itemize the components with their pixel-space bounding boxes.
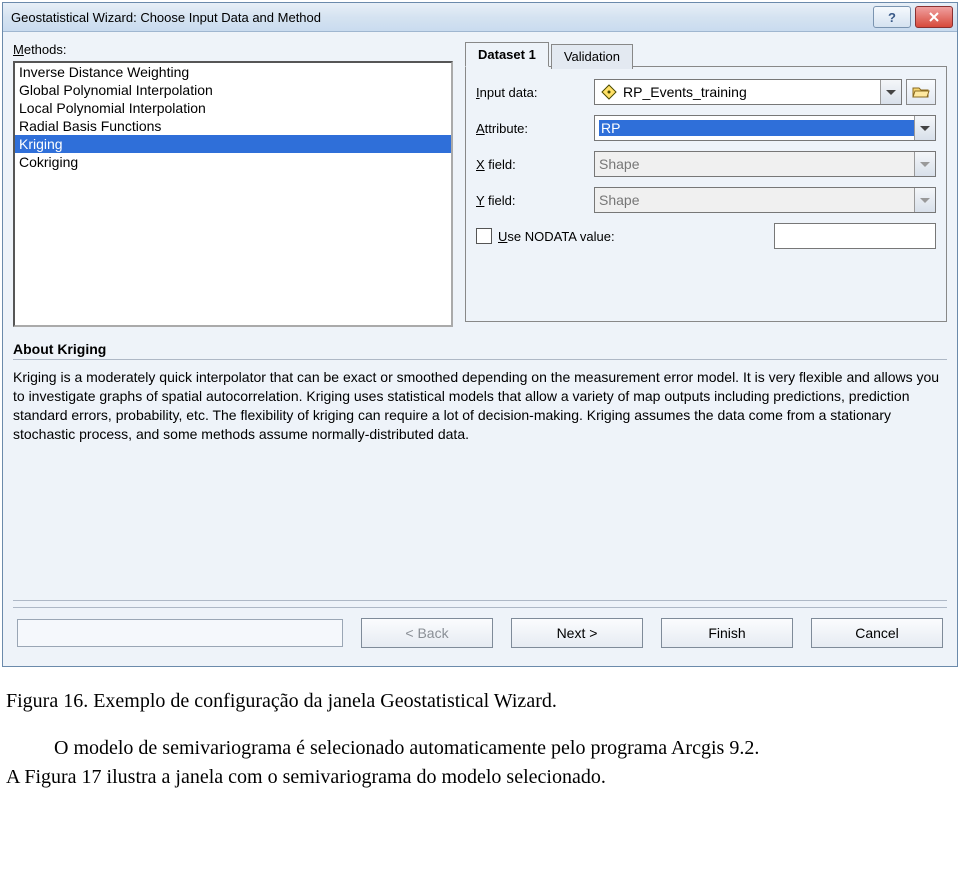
method-item[interactable]: Cokriging bbox=[15, 153, 451, 171]
methods-listbox[interactable]: Inverse Distance Weighting Global Polyno… bbox=[13, 61, 453, 327]
about-section: About Kriging Kriging is a moderately qu… bbox=[13, 341, 947, 444]
figure-caption: Figura 16. Exemplo de configuração da ja… bbox=[0, 669, 960, 792]
divider bbox=[13, 607, 947, 608]
cancel-button[interactable]: Cancel bbox=[811, 618, 943, 648]
attribute-value: RP bbox=[599, 120, 931, 136]
methods-pane: Methods: Inverse Distance Weighting Glob… bbox=[13, 42, 453, 327]
input-data-combo[interactable]: RP_Events_training bbox=[594, 79, 902, 105]
attribute-label: Attribute: bbox=[476, 121, 586, 136]
xfield-value: Shape bbox=[599, 156, 931, 172]
yfield-combo: Shape bbox=[594, 187, 936, 213]
about-body: Kriging is a moderately quick interpolat… bbox=[13, 368, 947, 444]
bottom-bar: < Back Next > Finish Cancel bbox=[13, 614, 947, 656]
client-area: Methods: Inverse Distance Weighting Glob… bbox=[3, 32, 957, 666]
help-button[interactable]: ? bbox=[873, 6, 911, 28]
input-data-value: RP_Events_training bbox=[619, 84, 897, 100]
tab-body: Input data: RP_Events_training bbox=[465, 66, 947, 322]
row-xfield: X field: Shape bbox=[476, 151, 936, 177]
method-item-selected[interactable]: Kriging bbox=[15, 135, 451, 153]
row-yfield: Y field: Shape bbox=[476, 187, 936, 213]
close-button[interactable] bbox=[915, 6, 953, 28]
dropdown-arrow-icon[interactable] bbox=[880, 80, 901, 104]
window-title: Geostatistical Wizard: Choose Input Data… bbox=[11, 10, 873, 25]
yfield-label: Y field: bbox=[476, 193, 586, 208]
finish-button[interactable]: Finish bbox=[661, 618, 793, 648]
xfield-label: X field: bbox=[476, 157, 586, 172]
caption-line3: A Figura 17 ilustra a janela com o semiv… bbox=[6, 763, 954, 792]
tab-validation[interactable]: Validation bbox=[551, 44, 633, 69]
nodata-label: Use NODATA value: bbox=[498, 229, 615, 244]
window-buttons: ? bbox=[873, 6, 953, 28]
yfield-value: Shape bbox=[599, 192, 931, 208]
layer-icon bbox=[599, 82, 619, 102]
svg-text:?: ? bbox=[888, 10, 896, 24]
wizard-window: Geostatistical Wizard: Choose Input Data… bbox=[2, 2, 958, 667]
method-item[interactable]: Local Polynomial Interpolation bbox=[15, 99, 451, 117]
about-title: About Kriging bbox=[13, 341, 947, 357]
row-attribute: Attribute: RP bbox=[476, 115, 936, 141]
attribute-combo[interactable]: RP bbox=[594, 115, 936, 141]
method-item[interactable]: Global Polynomial Interpolation bbox=[15, 81, 451, 99]
top-area: Methods: Inverse Distance Weighting Glob… bbox=[13, 42, 947, 327]
row-nodata: Use NODATA value: bbox=[476, 223, 936, 249]
dropdown-arrow-icon bbox=[914, 188, 935, 212]
caption-line1: Figura 16. Exemplo de configuração da ja… bbox=[6, 687, 954, 716]
nodata-input[interactable] bbox=[774, 223, 936, 249]
divider bbox=[13, 600, 947, 601]
xfield-combo: Shape bbox=[594, 151, 936, 177]
methods-label-rest: ethods: bbox=[24, 42, 67, 57]
titlebar: Geostatistical Wizard: Choose Input Data… bbox=[3, 3, 957, 32]
tab-dataset1[interactable]: Dataset 1 bbox=[465, 42, 549, 67]
row-input-data: Input data: RP_Events_training bbox=[476, 79, 936, 105]
spacer bbox=[13, 444, 947, 594]
method-item[interactable]: Inverse Distance Weighting bbox=[15, 63, 451, 81]
dropdown-arrow-icon[interactable] bbox=[914, 116, 935, 140]
browse-button[interactable] bbox=[906, 79, 936, 105]
input-data-label: Input data: bbox=[476, 85, 586, 100]
method-item[interactable]: Radial Basis Functions bbox=[15, 117, 451, 135]
back-button: < Back bbox=[361, 618, 493, 648]
status-field bbox=[17, 619, 343, 647]
methods-label: Methods: bbox=[13, 42, 453, 57]
folder-open-icon bbox=[912, 84, 930, 100]
caption-line2: O modelo de semivariograma é selecionado… bbox=[6, 734, 954, 763]
dataset-pane: Dataset 1 Validation Input data: RP_Even… bbox=[465, 42, 947, 327]
tabstrip: Dataset 1 Validation bbox=[465, 42, 947, 67]
dropdown-arrow-icon bbox=[914, 152, 935, 176]
divider bbox=[13, 359, 947, 360]
nodata-checkbox[interactable] bbox=[476, 228, 492, 244]
next-button[interactable]: Next > bbox=[511, 618, 643, 648]
